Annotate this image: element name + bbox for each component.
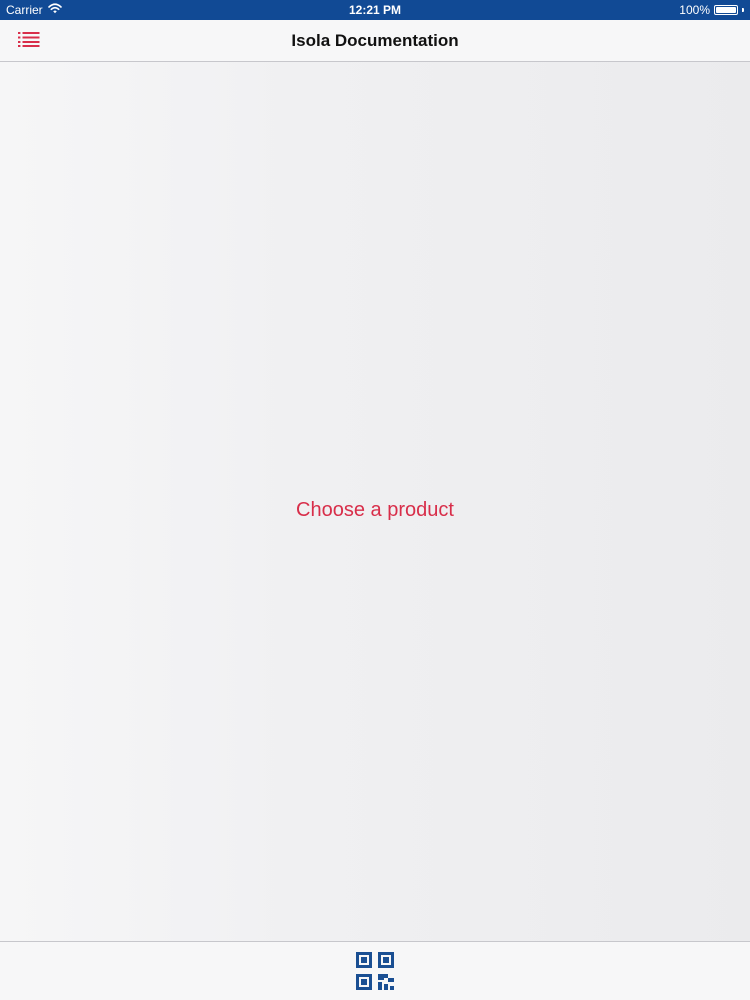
battery-fill: [716, 7, 736, 13]
qr-code-icon: [355, 952, 395, 995]
battery-tip: [742, 8, 744, 12]
detail-content: Choose a product: [0, 62, 750, 941]
navigation-bar: Isola Documentation: [0, 20, 750, 62]
battery-icon: [714, 5, 738, 15]
status-right: 100%: [679, 3, 744, 17]
app-screen: Carrier 12:21 PM 100% Isola Documentatio…: [0, 0, 750, 1000]
status-time: 12:21 PM: [348, 3, 402, 17]
page-title: Isola Documentation: [291, 31, 459, 50]
qr-scan-button[interactable]: [355, 951, 395, 991]
bottom-toolbar: [0, 941, 750, 1000]
status-bar: Carrier 12:21 PM 100%: [0, 0, 750, 20]
battery-percent: 100%: [679, 3, 710, 17]
choose-product-message: Choose a product: [296, 499, 454, 521]
